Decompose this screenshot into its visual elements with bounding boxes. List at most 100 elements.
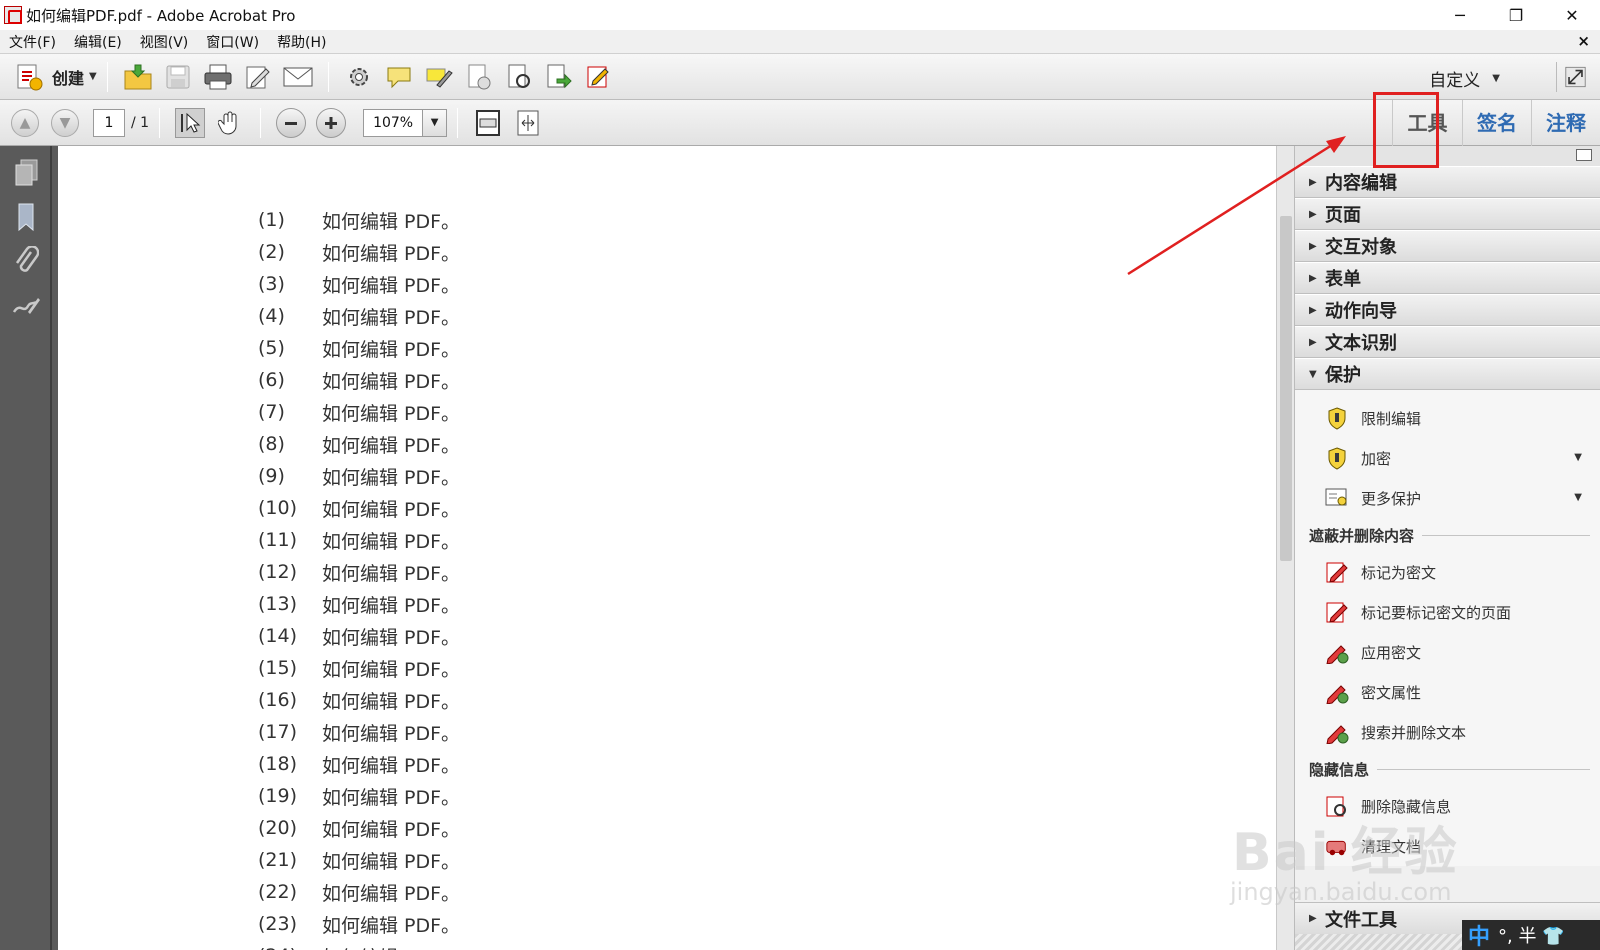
ime-options[interactable]: °, 半 👕 <box>1498 922 1565 948</box>
section-label: 页面 <box>1325 205 1361 226</box>
toolbar-divider <box>159 107 161 138</box>
tool-item[interactable]: 限制编辑 <box>1295 398 1600 438</box>
group-divider <box>1377 768 1590 770</box>
document-viewport[interactable]: (1) 如何编辑 PDF。 (2) 如何编辑 PDF。 (3) 如何编辑 PDF。 (4) 如… <box>52 146 1276 950</box>
title-bar: 如何编辑PDF.pdf - Adobe Acrobat Pro ─ ❐ ✕ <box>0 0 1600 30</box>
open-folder-icon[interactable] <box>123 62 153 92</box>
window-controls: ─ ❐ ✕ <box>1432 0 1600 30</box>
group-hidden-info: 隐藏信息 <box>1295 752 1600 786</box>
section-header[interactable]: ▶ 交互对象 <box>1295 230 1600 262</box>
line-number: (10) <box>258 497 298 519</box>
section-header[interactable]: ▶ 动作向导 <box>1295 294 1600 326</box>
zoom-out-icon[interactable] <box>276 107 307 138</box>
save-icon[interactable] <box>163 62 193 92</box>
shield-icon <box>1325 446 1349 470</box>
tool-item[interactable]: 应用密文 <box>1295 632 1600 672</box>
ime-status-bar[interactable]: 中 °, 半 👕 <box>1462 920 1600 950</box>
scrollbar-thumb[interactable] <box>1280 216 1292 561</box>
zoom-select[interactable]: 107% ▼ <box>363 108 448 137</box>
menu-help[interactable]: 帮助(H) <box>268 32 335 52</box>
tool-sections: ▶ 内容编辑 ▶ 页面 ▶ 交互对象 ▶ 表单 ▶ 动作向导 ▶ 文本识别 <box>1295 166 1600 358</box>
tool-item[interactable]: 标记要标记密文的页面 <box>1295 592 1600 632</box>
acrobat-app-icon <box>4 6 22 24</box>
document-line: (4) 如何编辑 PDF。 <box>258 300 460 332</box>
chevron-down-icon[interactable]: ▼ <box>1574 452 1582 463</box>
attachment-paperclip-icon[interactable] <box>9 244 43 278</box>
line-number: (20) <box>258 817 298 839</box>
line-number: (17) <box>258 721 298 743</box>
tool-item[interactable]: 标记为密文 <box>1295 552 1600 592</box>
export-doc-icon[interactable] <box>544 62 574 92</box>
pane-options-bar <box>1295 146 1600 166</box>
group-label: 遮蔽并删除内容 <box>1309 526 1415 545</box>
full-screen-expand-icon[interactable] <box>1556 62 1586 92</box>
tool-item[interactable]: 搜索并删除文本 <box>1295 712 1600 752</box>
select-cursor-icon[interactable] <box>175 107 206 138</box>
tool-item[interactable]: 加密 ▼ <box>1295 438 1600 478</box>
tool-item-label: 标记为密文 <box>1361 563 1437 582</box>
line-text: 如何编辑 PDF。 <box>322 338 461 361</box>
highlight-marker-icon[interactable] <box>424 62 454 92</box>
tool-item[interactable]: 密文属性 <box>1295 672 1600 712</box>
menu-edit[interactable]: 编辑(E) <box>65 32 131 52</box>
section-header[interactable]: ▶ 文本识别 <box>1295 326 1600 358</box>
menu-file[interactable]: 文件(F) <box>0 32 65 52</box>
menu-bar: 文件(F) 编辑(E) 视图(V) 窗口(W) 帮助(H) × <box>0 30 1600 54</box>
protect-section-body: 限制编辑 加密 ▼ 更多保护 ▼ 遮蔽并删除内容 标记为密文标记要标记密文的页面应用密文… <box>1295 390 1600 866</box>
section-header[interactable]: ▶ 页面 <box>1295 198 1600 230</box>
section-header[interactable]: ▶ 内容编辑 <box>1295 166 1600 198</box>
line-text: 如何编辑 PDF。 <box>322 466 461 489</box>
menu-view[interactable]: 视图(V) <box>131 32 198 52</box>
page-number-input[interactable]: 1 <box>93 108 125 137</box>
main-toolbar: 创建 ▼ 自定义 ▼ <box>0 54 1600 100</box>
document-line: (10) 如何编辑 PDF。 <box>258 492 460 524</box>
tab-comment[interactable]: 注释 <box>1531 100 1600 146</box>
pdf-page[interactable]: (1) 如何编辑 PDF。 (2) 如何编辑 PDF。 (3) 如何编辑 PDF。 (4) 如… <box>58 146 1276 950</box>
section-protect[interactable]: ▼ 保护 <box>1295 358 1600 390</box>
sign-doc-icon[interactable] <box>584 62 614 92</box>
section-header[interactable]: ▶ 表单 <box>1295 262 1600 294</box>
shield-icon <box>1325 406 1349 430</box>
bookmark-icon[interactable] <box>9 200 43 234</box>
chevron-down-icon[interactable]: ▼ <box>1574 492 1582 503</box>
page-thumbnails-icon[interactable] <box>9 156 43 190</box>
pane-options-icon[interactable] <box>1576 149 1592 161</box>
next-page-icon[interactable]: ▼ <box>51 108 79 137</box>
zoom-in-icon[interactable] <box>316 107 347 138</box>
document-line: (8) 如何编辑 PDF。 <box>258 428 460 460</box>
line-text: 如何编辑 PDF。 <box>322 530 461 553</box>
close-window-button[interactable]: ✕ <box>1544 0 1600 30</box>
restore-button[interactable]: ❐ <box>1488 0 1544 30</box>
menu-window[interactable]: 窗口(W) <box>197 32 268 52</box>
zoom-value[interactable]: 107% <box>364 110 422 136</box>
minimize-button[interactable]: ─ <box>1432 0 1488 30</box>
ime-language[interactable]: 中 <box>1468 919 1490 950</box>
tab-sign[interactable]: 签名 <box>1462 100 1531 146</box>
line-number: (5) <box>258 337 285 359</box>
comment-bubble-icon[interactable] <box>384 62 414 92</box>
document-line: (20) 如何编辑 PDF。 <box>258 812 460 844</box>
section-label: 交互对象 <box>1325 237 1397 258</box>
edit-pencil-icon[interactable] <box>243 62 273 92</box>
signature-pen-icon[interactable] <box>9 288 43 322</box>
redact-properties-icon <box>1325 680 1349 704</box>
chevron-down-icon[interactable]: ▼ <box>422 109 447 136</box>
tool-item[interactable]: 更多保护 ▼ <box>1295 478 1600 518</box>
tool-item-label: 应用密文 <box>1361 643 1422 662</box>
tool-item-label: 搜索并删除文本 <box>1361 723 1467 742</box>
settings-gear-icon[interactable] <box>344 62 374 92</box>
fit-width-icon[interactable] <box>513 108 543 138</box>
ocr-doc-icon[interactable] <box>504 62 534 92</box>
previous-page-icon[interactable]: ▲ <box>11 108 39 137</box>
create-button[interactable]: 创建 ▼ <box>14 60 97 94</box>
fit-page-icon[interactable] <box>473 108 503 138</box>
print-icon[interactable] <box>203 62 233 92</box>
group-label: 隐藏信息 <box>1309 760 1370 779</box>
customize-dropdown[interactable]: 自定义 ▼ <box>1429 66 1500 91</box>
email-icon[interactable] <box>283 62 313 92</box>
compare-doc-icon[interactable] <box>464 62 494 92</box>
navigation-toolbar: ▲ ▼ 1 / 1 107% ▼ <box>0 100 1600 146</box>
hand-tool-icon[interactable] <box>215 108 245 138</box>
close-document-icon[interactable]: × <box>1577 32 1590 50</box>
customize-label: 自定义 <box>1429 71 1481 91</box>
